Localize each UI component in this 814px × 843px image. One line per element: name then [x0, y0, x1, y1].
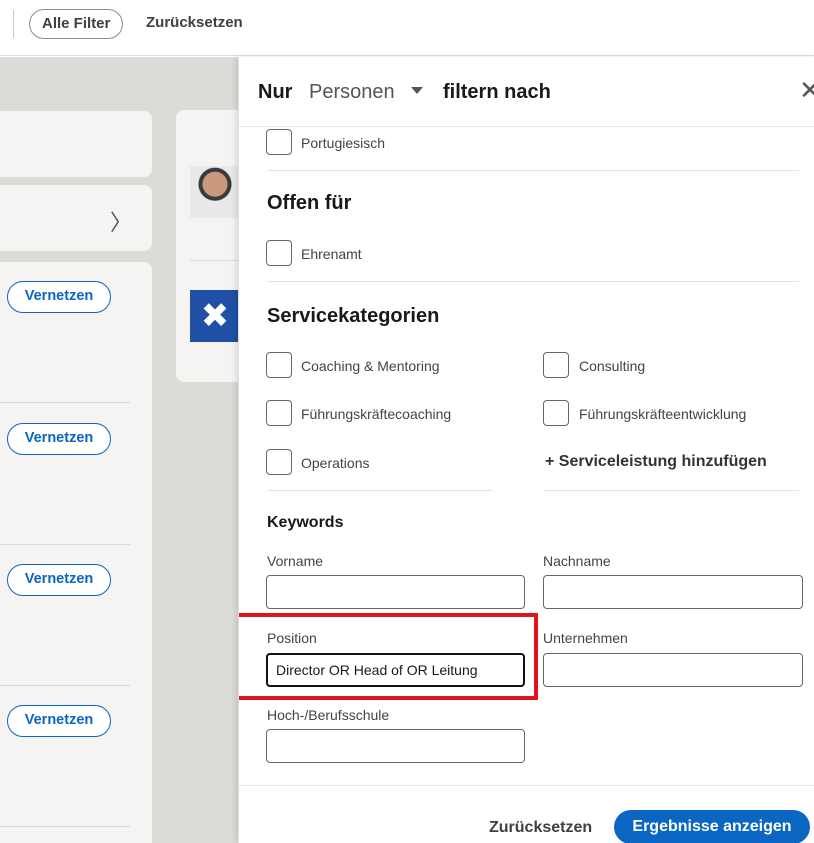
- company-label: Unternehmen: [543, 630, 628, 646]
- header-suffix: filtern nach: [443, 81, 551, 103]
- background-card: 〉: [0, 185, 152, 251]
- panel-footer: Zurücksetzen Ergebnisse anzeigen: [239, 785, 814, 843]
- divider: [13, 10, 14, 38]
- last-name-input[interactable]: [543, 575, 803, 609]
- checkbox-label: Operations: [301, 455, 370, 471]
- reset-filters-link[interactable]: Zurücksetzen: [146, 14, 243, 31]
- close-icon[interactable]: ✕: [799, 75, 814, 106]
- reset-button[interactable]: Zurücksetzen: [489, 819, 592, 837]
- checkbox-operations[interactable]: [266, 449, 292, 475]
- header-prefix: Nur: [258, 81, 293, 103]
- avatar[interactable]: [190, 166, 240, 218]
- divider: [0, 402, 130, 403]
- checkbox-label: Consulting: [579, 358, 646, 374]
- suggestions-card: ✖: [176, 110, 240, 382]
- connect-button[interactable]: Vernetzen: [7, 564, 111, 596]
- checkbox-coaching-mentoring[interactable]: [266, 352, 292, 378]
- section-title-open-for: Offen für: [267, 192, 352, 214]
- last-name-label: Nachname: [543, 553, 611, 569]
- checkbox-label: Coaching & Mentoring: [301, 358, 440, 374]
- caret-down-icon[interactable]: [411, 87, 423, 94]
- annotation-highlight-box: [239, 613, 538, 700]
- people-results-list: Vernetzen Vernetzen Vernetzen Vernetzen: [0, 262, 152, 843]
- divider: [0, 544, 130, 545]
- checkbox-fuehrungskraeftecoaching[interactable]: [266, 400, 292, 426]
- school-input[interactable]: [266, 729, 525, 763]
- checkbox-fuehrungskraefteentwicklung[interactable]: [543, 400, 569, 426]
- panel-header: Nur Personen filtern nach ✕: [239, 57, 814, 127]
- divider: [267, 490, 493, 491]
- chevron-right-icon: 〉: [109, 210, 132, 235]
- divider: [190, 260, 240, 261]
- background-page: 〉 Vernetzen Vernetzen Vernetzen Vernetze…: [0, 57, 240, 843]
- show-results-button[interactable]: Ergebnisse anzeigen: [614, 810, 810, 843]
- connect-button[interactable]: Vernetzen: [7, 281, 111, 313]
- divider: [0, 826, 130, 827]
- section-title-keywords: Keywords: [267, 514, 344, 531]
- add-service-button[interactable]: + Serviceleistung hinzufügen: [545, 453, 767, 471]
- section-title-service-categories: Servicekategorien: [267, 305, 440, 327]
- connect-button[interactable]: Vernetzen: [7, 705, 111, 737]
- filter-bar: Alle Filter Zurücksetzen: [0, 0, 814, 56]
- checkbox-portugiesisch[interactable]: [266, 129, 292, 155]
- background-card: [0, 111, 152, 177]
- checkbox-ehrenamt[interactable]: [266, 240, 292, 266]
- divider: [267, 170, 799, 171]
- checkbox-label: Führungskräftecoaching: [301, 406, 452, 422]
- divider: [0, 685, 130, 686]
- all-filters-button[interactable]: Alle Filter: [29, 9, 124, 39]
- first-name-label: Vorname: [267, 553, 324, 569]
- checkbox-label: Portugiesisch: [301, 135, 386, 151]
- divider: [267, 281, 799, 282]
- first-name-input[interactable]: [266, 575, 525, 609]
- all-filters-panel: Nur Personen filtern nach ✕ Portugiesisc…: [238, 57, 814, 843]
- divider: [543, 490, 799, 491]
- checkbox-label: Ehrenamt: [301, 246, 362, 262]
- company-input[interactable]: [543, 653, 803, 687]
- school-label: Hoch-/Berufsschule: [267, 707, 390, 723]
- company-logo[interactable]: ✖: [190, 290, 240, 342]
- connect-button[interactable]: Vernetzen: [7, 423, 111, 455]
- checkbox-consulting[interactable]: [543, 352, 569, 378]
- result-type-dropdown[interactable]: Personen: [309, 81, 395, 104]
- checkbox-label: Führungskräfteentwicklung: [579, 406, 747, 422]
